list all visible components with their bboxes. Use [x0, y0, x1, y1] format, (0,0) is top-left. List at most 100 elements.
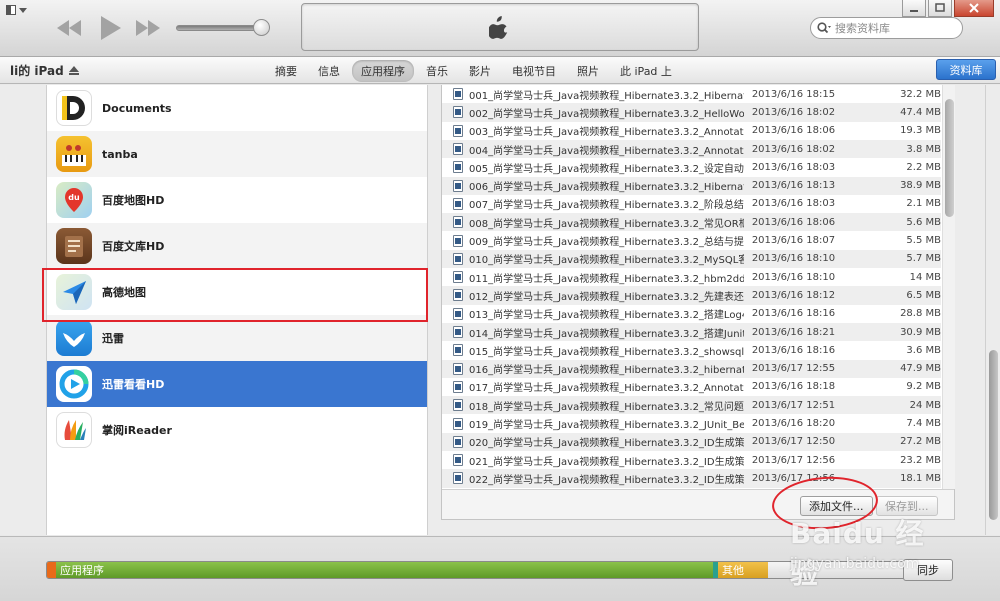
search-box[interactable] [810, 17, 963, 39]
volume-slider[interactable] [176, 25, 264, 31]
svg-text:du: du [68, 193, 80, 202]
file-row[interactable]: 014_尚学堂马士兵_Java视频教程_Hibernate3.3.2_搭建Jun… [442, 322, 941, 342]
search-icon [817, 22, 831, 34]
file-row[interactable]: 001_尚学堂马士兵_Java视频教程_Hibernate3.3.2_Hiber… [442, 85, 941, 103]
file-row[interactable]: 019_尚学堂马士兵_Java视频教程_Hibernate3.3.2_JUnit… [442, 414, 941, 432]
close-button[interactable] [954, 0, 994, 17]
app-row-baidu-wenku[interactable]: 百度文库HD [47, 223, 427, 269]
play-button[interactable] [97, 16, 123, 40]
app-label: Documents [102, 101, 172, 115]
file-size: 7.4 MB [906, 418, 941, 430]
maximize-button[interactable] [928, 0, 952, 17]
file-name: 018_尚学堂马士兵_Java视频教程_Hibernate3.3.2_常见问题.… [469, 401, 744, 413]
volume-knob[interactable] [253, 19, 270, 36]
eject-icon[interactable] [68, 65, 79, 76]
app-row-ireader[interactable]: 掌阅iReader [47, 407, 427, 453]
documents-panel: 001_尚学堂马士兵_Java视频教程_Hibernate3.3.2_Hiber… [441, 85, 955, 520]
menu-toggle-icon[interactable] [6, 5, 28, 17]
file-name: 022_尚学堂马士兵_Java视频教程_Hibernate3.3.2_ID生成策… [469, 474, 744, 486]
play-icon [101, 16, 121, 40]
file-name: 017_尚学堂马士兵_Java视频教程_Hibernate3.3.2_Annot… [469, 383, 744, 395]
device-tab-bar: li的 iPad 摘要 信息 应用程序 音乐 影片 电视节目 照片 此 iPad… [0, 57, 1000, 84]
file-row[interactable]: 021_尚学堂马士兵_Java视频教程_Hibernate3.3.2_ID生成策… [442, 451, 941, 469]
tab-music[interactable]: 音乐 [417, 60, 457, 82]
file-row[interactable]: 005_尚学堂马士兵_Java视频教程_Hibernate3.3.2_设定自动.… [442, 158, 941, 176]
file-size: 32.2 MB [900, 88, 941, 100]
file-row[interactable]: 020_尚学堂马士兵_Java视频教程_Hibernate3.3.2_ID生成策… [442, 432, 941, 451]
save-to-button[interactable]: 保存到... [876, 496, 938, 516]
file-row[interactable]: 008_尚学堂马士兵_Java视频教程_Hibernate3.3.2_常见OR框… [442, 213, 941, 232]
xunlei-app-icon [56, 320, 92, 356]
file-name: 020_尚学堂马士兵_Java视频教程_Hibernate3.3.2_ID生成策… [469, 438, 744, 450]
library-button[interactable]: 资料库 [936, 59, 996, 80]
file-row[interactable]: 011_尚学堂马士兵_Java视频教程_Hibernate3.3.2_hbm2d… [442, 268, 941, 286]
baidu-wenku-app-icon [56, 228, 92, 264]
app-row-xunlei[interactable]: 迅雷 [47, 315, 427, 361]
app-row-xunlei-kankan[interactable]: 迅雷看看HD [47, 361, 427, 407]
file-row[interactable]: 013_尚学堂马士兵_Java视频教程_Hibernate3.3.2_搭建Log… [442, 305, 941, 323]
documents-footer: 添加文件... 保存到... [442, 489, 954, 519]
main-scrollbar[interactable] [985, 85, 1000, 535]
file-row[interactable]: 012_尚学堂马士兵_Java视频教程_Hibernate3.3.2_先建表还.… [442, 286, 941, 305]
add-file-button[interactable]: 添加文件... [800, 496, 873, 516]
tab-summary[interactable]: 摘要 [266, 60, 306, 82]
tab-tv-shows[interactable]: 电视节目 [503, 60, 565, 82]
file-name: 006_尚学堂马士兵_Java视频教程_Hibernate3.3.2_Hiber… [469, 182, 744, 194]
file-row[interactable]: 015_尚学堂马士兵_Java视频教程_Hibernate3.3.2_shows… [442, 341, 941, 359]
app-row-amap[interactable]: 高德地图 [47, 269, 427, 315]
file-size: 18.1 MB [900, 472, 941, 484]
file-date: 2013/6/16 18:03 [751, 198, 836, 210]
sync-button[interactable]: 同步 [903, 559, 953, 581]
tab-movies[interactable]: 影片 [460, 60, 500, 82]
main-scroll-thumb[interactable] [989, 350, 998, 520]
app-row-baidu-map[interactable]: du 百度地图HD [47, 177, 427, 223]
device-name[interactable]: li的 iPad [10, 62, 79, 79]
rewind-button[interactable] [56, 16, 82, 40]
tab-apps[interactable]: 应用程序 [352, 60, 414, 82]
tab-on-this-ipad[interactable]: 此 iPad 上 [611, 60, 681, 82]
toolbar [0, 0, 1000, 57]
file-row[interactable]: 006_尚学堂马士兵_Java视频教程_Hibernate3.3.2_Hiber… [442, 176, 941, 195]
file-list-scroll-thumb[interactable] [945, 99, 954, 217]
file-row[interactable]: 004_尚学堂马士兵_Java视频教程_Hibernate3.3.2_Annot… [442, 139, 941, 159]
file-row[interactable]: 022_尚学堂马士兵_Java视频教程_Hibernate3.3.2_ID生成策… [442, 469, 941, 488]
video-file-icon [453, 307, 463, 320]
file-date: 2013/6/16 18:18 [751, 381, 836, 393]
file-row[interactable]: 016_尚学堂马士兵_Java视频教程_Hibernate3.3.2_hiber… [442, 359, 941, 378]
file-row[interactable]: 018_尚学堂马士兵_Java视频教程_Hibernate3.3.2_常见问题.… [442, 396, 941, 415]
file-date: 2013/6/16 18:16 [751, 308, 836, 320]
file-list-scrollbar[interactable] [942, 85, 955, 489]
file-row[interactable]: 017_尚学堂马士兵_Java视频教程_Hibernate3.3.2_Annot… [442, 378, 941, 396]
search-input[interactable] [835, 21, 955, 35]
file-size: 38.9 MB [900, 180, 941, 192]
app-row-documents[interactable]: Documents [47, 85, 427, 131]
tab-list: 摘要 信息 应用程序 音乐 影片 电视节目 照片 此 iPad 上 [266, 60, 684, 82]
file-size: 5.6 MB [906, 216, 941, 228]
video-file-icon [453, 197, 463, 210]
file-row[interactable]: 002_尚学堂马士兵_Java视频教程_Hibernate3.3.2_Hello… [442, 103, 941, 122]
file-name: 005_尚学堂马士兵_Java视频教程_Hibernate3.3.2_设定自动.… [469, 163, 744, 175]
video-file-icon [453, 435, 463, 448]
file-row[interactable]: 003_尚学堂马士兵_Java视频教程_Hibernate3.3.2_Annot… [442, 122, 941, 140]
file-sharing-app-list: Documents tanba du 百度地图HD 百度文库HD 高德地图 迅雷… [46, 85, 428, 535]
file-row[interactable]: 010_尚学堂马士兵_Java视频教程_Hibernate3.3.2_MySQL… [442, 249, 941, 268]
file-date: 2013/6/17 12:56 [751, 472, 836, 484]
file-row[interactable]: 009_尚学堂马士兵_Java视频教程_Hibernate3.3.2_总结与提.… [442, 231, 941, 249]
video-file-icon [453, 344, 463, 357]
file-size: 24 MB [909, 399, 941, 411]
file-size: 27.2 MB [900, 436, 941, 448]
file-size: 5.5 MB [906, 235, 941, 247]
video-file-icon [453, 399, 463, 412]
file-size: 28.8 MB [900, 308, 941, 320]
tab-info[interactable]: 信息 [309, 60, 349, 82]
tab-photos[interactable]: 照片 [568, 60, 608, 82]
file-size: 2.1 MB [906, 198, 941, 210]
file-name: 013_尚学堂马士兵_Java视频教程_Hibernate3.3.2_搭建Log… [469, 310, 744, 322]
video-file-icon [453, 106, 463, 119]
file-date: 2013/6/16 18:07 [751, 235, 836, 247]
minimize-button[interactable] [902, 0, 926, 17]
app-row-tanba[interactable]: tanba [47, 131, 427, 177]
file-row[interactable]: 007_尚学堂马士兵_Java视频教程_Hibernate3.3.2_阶段总结.… [442, 195, 941, 213]
app-label: 百度地图HD [102, 194, 165, 207]
fast-forward-button[interactable] [135, 16, 161, 40]
